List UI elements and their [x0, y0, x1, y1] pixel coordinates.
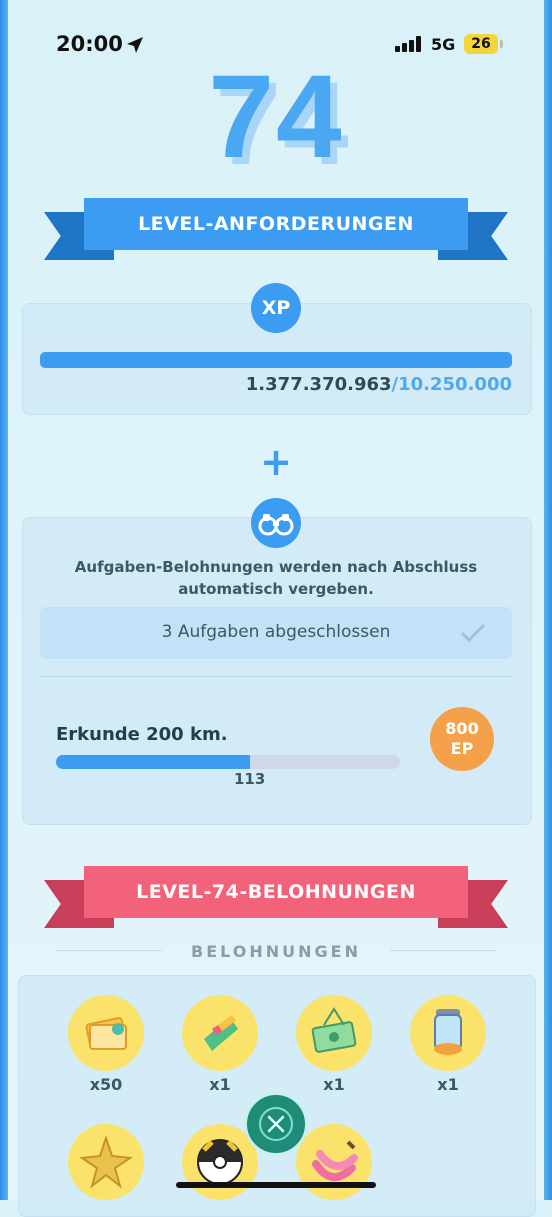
explore-progress-track — [56, 755, 400, 769]
explore-progress-count: 113 — [234, 770, 266, 788]
tasks-divider — [40, 676, 512, 677]
reward-count: x1 — [209, 1075, 231, 1094]
xp-badge: XP — [251, 283, 301, 333]
reward-count: x50 — [89, 1075, 123, 1094]
reward-item[interactable]: x1 — [296, 995, 372, 1094]
xp-goal: /10.250.000 — [391, 374, 512, 395]
ep-reward-amount: 800 — [445, 719, 479, 738]
home-indicator — [176, 1182, 376, 1188]
explore-progress-fill — [56, 755, 251, 769]
completed-tasks-label: 3 Aufgaben abgeschlossen — [161, 622, 391, 642]
ep-reward-unit: EP — [450, 739, 474, 758]
cellular-signal-icon — [395, 36, 421, 52]
star-piece-icon — [68, 1124, 144, 1200]
battery-tip — [500, 40, 503, 48]
close-icon — [259, 1107, 293, 1141]
checkmark-icon — [460, 623, 486, 643]
rewards-ribbon: LEVEL-74-BELOHNUNGEN — [44, 866, 508, 930]
reward-item[interactable]: x50 — [68, 995, 144, 1094]
rewards-heading: BELOHNUNGEN — [191, 942, 361, 961]
binoculars-icon — [258, 514, 294, 536]
reward-item[interactable] — [296, 1124, 372, 1200]
xp-progress-bar — [40, 352, 512, 368]
ep-reward-badge: 800 EP — [430, 707, 494, 771]
pass-ticket-icon — [68, 995, 144, 1071]
lucky-egg-package-icon — [296, 995, 372, 1071]
incubator-icon — [410, 995, 486, 1071]
xp-value: 1.377.370.963/10.250.000 — [246, 374, 512, 395]
battery-indicator: 26 — [464, 34, 498, 54]
requirements-ribbon: LEVEL-ANFORDERUNGEN — [44, 198, 508, 262]
level-number: 74 — [208, 51, 344, 183]
banana-berry-icon — [296, 1124, 372, 1200]
reward-item[interactable] — [68, 1124, 144, 1200]
incense-icon — [182, 995, 258, 1071]
reward-count: x1 — [323, 1075, 345, 1094]
xp-current: 1.377.370.963 — [245, 374, 392, 395]
binoculars-badge — [251, 498, 301, 548]
requirements-title: LEVEL-ANFORDERUNGEN — [84, 198, 468, 250]
explore-task-label: Erkunde 200 km. — [56, 724, 228, 745]
reward-item[interactable]: x1 — [182, 995, 258, 1094]
completed-tasks-row[interactable]: 3 Aufgaben abgeschlossen — [40, 607, 512, 659]
reward-count: x1 — [437, 1075, 459, 1094]
plus-sign: + — [260, 440, 292, 484]
rewards-title: LEVEL-74-BELOHNUNGEN — [84, 866, 468, 918]
reward-item[interactable]: x1 — [410, 995, 486, 1094]
task-description: Aufgaben-Belohnungen werden nach Abschlu… — [74, 558, 478, 598]
close-button[interactable] — [244, 1092, 308, 1156]
